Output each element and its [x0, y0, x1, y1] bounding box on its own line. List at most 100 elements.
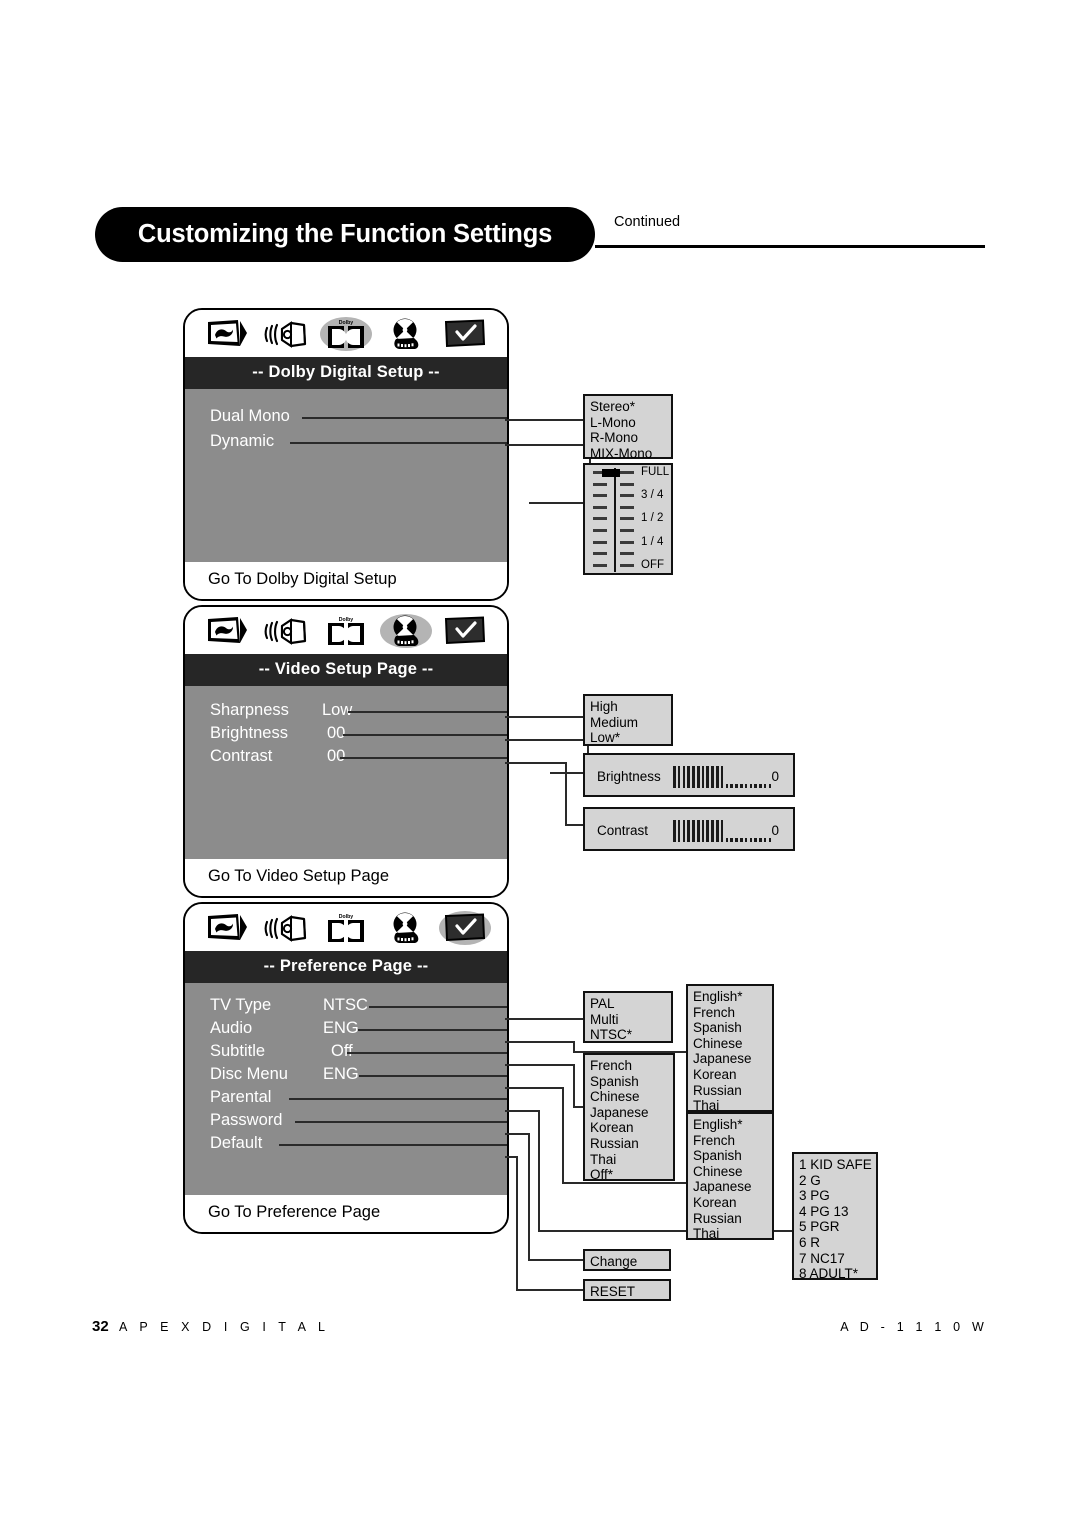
tv-screen-icon[interactable]: [205, 910, 249, 946]
page-number: 32: [92, 1318, 109, 1335]
password-change-box[interactable]: Change: [583, 1249, 671, 1271]
option-item[interactable]: Multi: [590, 1012, 667, 1028]
osd-panel-footer: Go To Dolby Digital Setup: [185, 562, 507, 599]
slider-tick: [593, 517, 607, 521]
connector-brightness-h1: [505, 739, 589, 741]
option-item[interactable]: Korean: [693, 1067, 768, 1083]
option-item[interactable]: Medium: [590, 715, 667, 731]
connector-brightness-h2: [550, 772, 587, 774]
connector-default-h2: [516, 1289, 584, 1291]
sharpness-options-box: High Medium Low*: [583, 694, 673, 746]
slider-knob[interactable]: [602, 468, 620, 477]
option-item[interactable]: French: [693, 1005, 768, 1021]
option-item[interactable]: Japanese: [693, 1051, 768, 1067]
osd-icon-bar: Dolby: [185, 310, 507, 357]
speaker-icon[interactable]: [264, 910, 308, 946]
menu-label: Subtitle: [210, 1042, 266, 1060]
menu-label: Disc Menu: [210, 1065, 288, 1083]
option-item[interactable]: 4 PG 13: [799, 1204, 872, 1220]
default-reset-box[interactable]: RESET: [583, 1279, 671, 1301]
option-item[interactable]: Chinese: [590, 1089, 669, 1105]
page-header: Customizing the Function Settings Contin…: [95, 207, 985, 269]
option-item[interactable]: RESET: [590, 1284, 665, 1300]
slider-tick: [620, 563, 634, 567]
row-connector-stub: [348, 711, 507, 713]
option-item[interactable]: 8 ADULT*: [799, 1266, 872, 1282]
osd-panel-title: -- Preference Page --: [185, 951, 507, 983]
connector-contrast-h1: [505, 762, 567, 764]
connector-subtitle-h1: [505, 1064, 575, 1066]
option-item[interactable]: 2 G: [799, 1173, 872, 1189]
option-item[interactable]: Chinese: [693, 1036, 768, 1052]
option-item[interactable]: Spanish: [693, 1020, 768, 1036]
option-item[interactable]: Russian: [693, 1083, 768, 1099]
slider-tick: [620, 505, 634, 509]
option-item[interactable]: R-Mono: [590, 430, 667, 446]
dolby-digital-icon[interactable]: Dolby: [324, 910, 368, 946]
slider-label: FULL: [641, 466, 670, 478]
menu-label: Sharpness: [210, 701, 289, 719]
dolby-digital-icon[interactable]: Dolby: [319, 316, 372, 352]
option-item[interactable]: Japanese: [590, 1105, 669, 1121]
osd-panel-dolby-digital-setup: Dolby -- Dolby Digital Setup -- Dual Mon…: [183, 308, 509, 601]
connector-sharpness: [505, 716, 583, 718]
menu-value: ENG: [323, 1065, 359, 1083]
slider-label: 1 / 4: [641, 535, 664, 548]
option-item[interactable]: Korean: [693, 1195, 768, 1211]
checkmark-screen-icon[interactable]: [439, 910, 492, 946]
option-item[interactable]: Spanish: [590, 1074, 669, 1090]
option-item[interactable]: Off*: [590, 1167, 669, 1183]
option-item[interactable]: L-Mono: [590, 415, 667, 431]
slider-tick: [620, 471, 634, 474]
connector-dynamic-h2: [529, 502, 589, 504]
level-bar[interactable]: [673, 818, 773, 842]
menu-value: ENG: [323, 1019, 359, 1037]
option-item[interactable]: PAL: [590, 996, 667, 1012]
option-item[interactable]: High: [590, 699, 667, 715]
brightness-bar-box[interactable]: Brightness 0: [583, 753, 795, 797]
row-connector-stub: [347, 1052, 507, 1054]
option-item[interactable]: Russian: [590, 1136, 669, 1152]
option-item[interactable]: Low*: [590, 730, 667, 746]
option-item[interactable]: MIX-Mono: [590, 446, 667, 462]
option-item[interactable]: 6 R: [799, 1235, 872, 1251]
slider-label: 3 / 4: [641, 489, 664, 502]
option-item[interactable]: English*: [693, 989, 768, 1005]
speaker-icon[interactable]: [264, 613, 308, 649]
option-item[interactable]: Korean: [590, 1120, 669, 1136]
row-connector-stub: [289, 1098, 507, 1100]
slider-tick: [593, 552, 607, 556]
checkmark-screen-icon[interactable]: [443, 613, 487, 649]
level-bar[interactable]: [673, 764, 773, 788]
option-item[interactable]: Spanish: [693, 1148, 768, 1164]
connector-contrast-v: [565, 762, 567, 826]
dynamic-range-slider-box[interactable]: FULL 3 / 4 1 / 2 1 / 4 OFF: [583, 463, 673, 575]
option-item[interactable]: Thai: [693, 1226, 768, 1242]
option-item[interactable]: Chinese: [693, 1164, 768, 1180]
film-reel-icon[interactable]: [384, 316, 428, 352]
option-item[interactable]: 3 PG: [799, 1188, 872, 1204]
option-item[interactable]: English*: [693, 1117, 768, 1133]
film-reel-icon[interactable]: [379, 613, 432, 649]
osd-panel-video-setup-page: Dolby -- Video Setup Page -- Sharpness L…: [183, 605, 509, 898]
option-item[interactable]: Russian: [693, 1211, 768, 1227]
slider-tick: [593, 505, 607, 509]
option-item[interactable]: French: [693, 1133, 768, 1149]
option-item[interactable]: Thai: [590, 1152, 669, 1168]
tv-screen-icon[interactable]: [205, 316, 249, 352]
option-item[interactable]: 1 KID SAFE: [799, 1157, 872, 1173]
row-connector-stub: [359, 1075, 507, 1077]
option-item[interactable]: 5 PGR: [799, 1219, 872, 1235]
option-item[interactable]: Japanese: [693, 1179, 768, 1195]
tv-screen-icon[interactable]: [205, 613, 249, 649]
option-item[interactable]: Stereo*: [590, 399, 667, 415]
dolby-digital-icon[interactable]: Dolby: [324, 613, 368, 649]
option-item[interactable]: Change: [590, 1254, 665, 1270]
option-item[interactable]: NTSC*: [590, 1027, 667, 1043]
option-item[interactable]: French: [590, 1058, 669, 1074]
contrast-bar-box[interactable]: Contrast 0: [583, 807, 795, 851]
option-item[interactable]: 7 NC17: [799, 1251, 872, 1267]
checkmark-screen-icon[interactable]: [443, 316, 487, 352]
speaker-icon[interactable]: [264, 316, 308, 352]
film-reel-icon[interactable]: [384, 910, 428, 946]
